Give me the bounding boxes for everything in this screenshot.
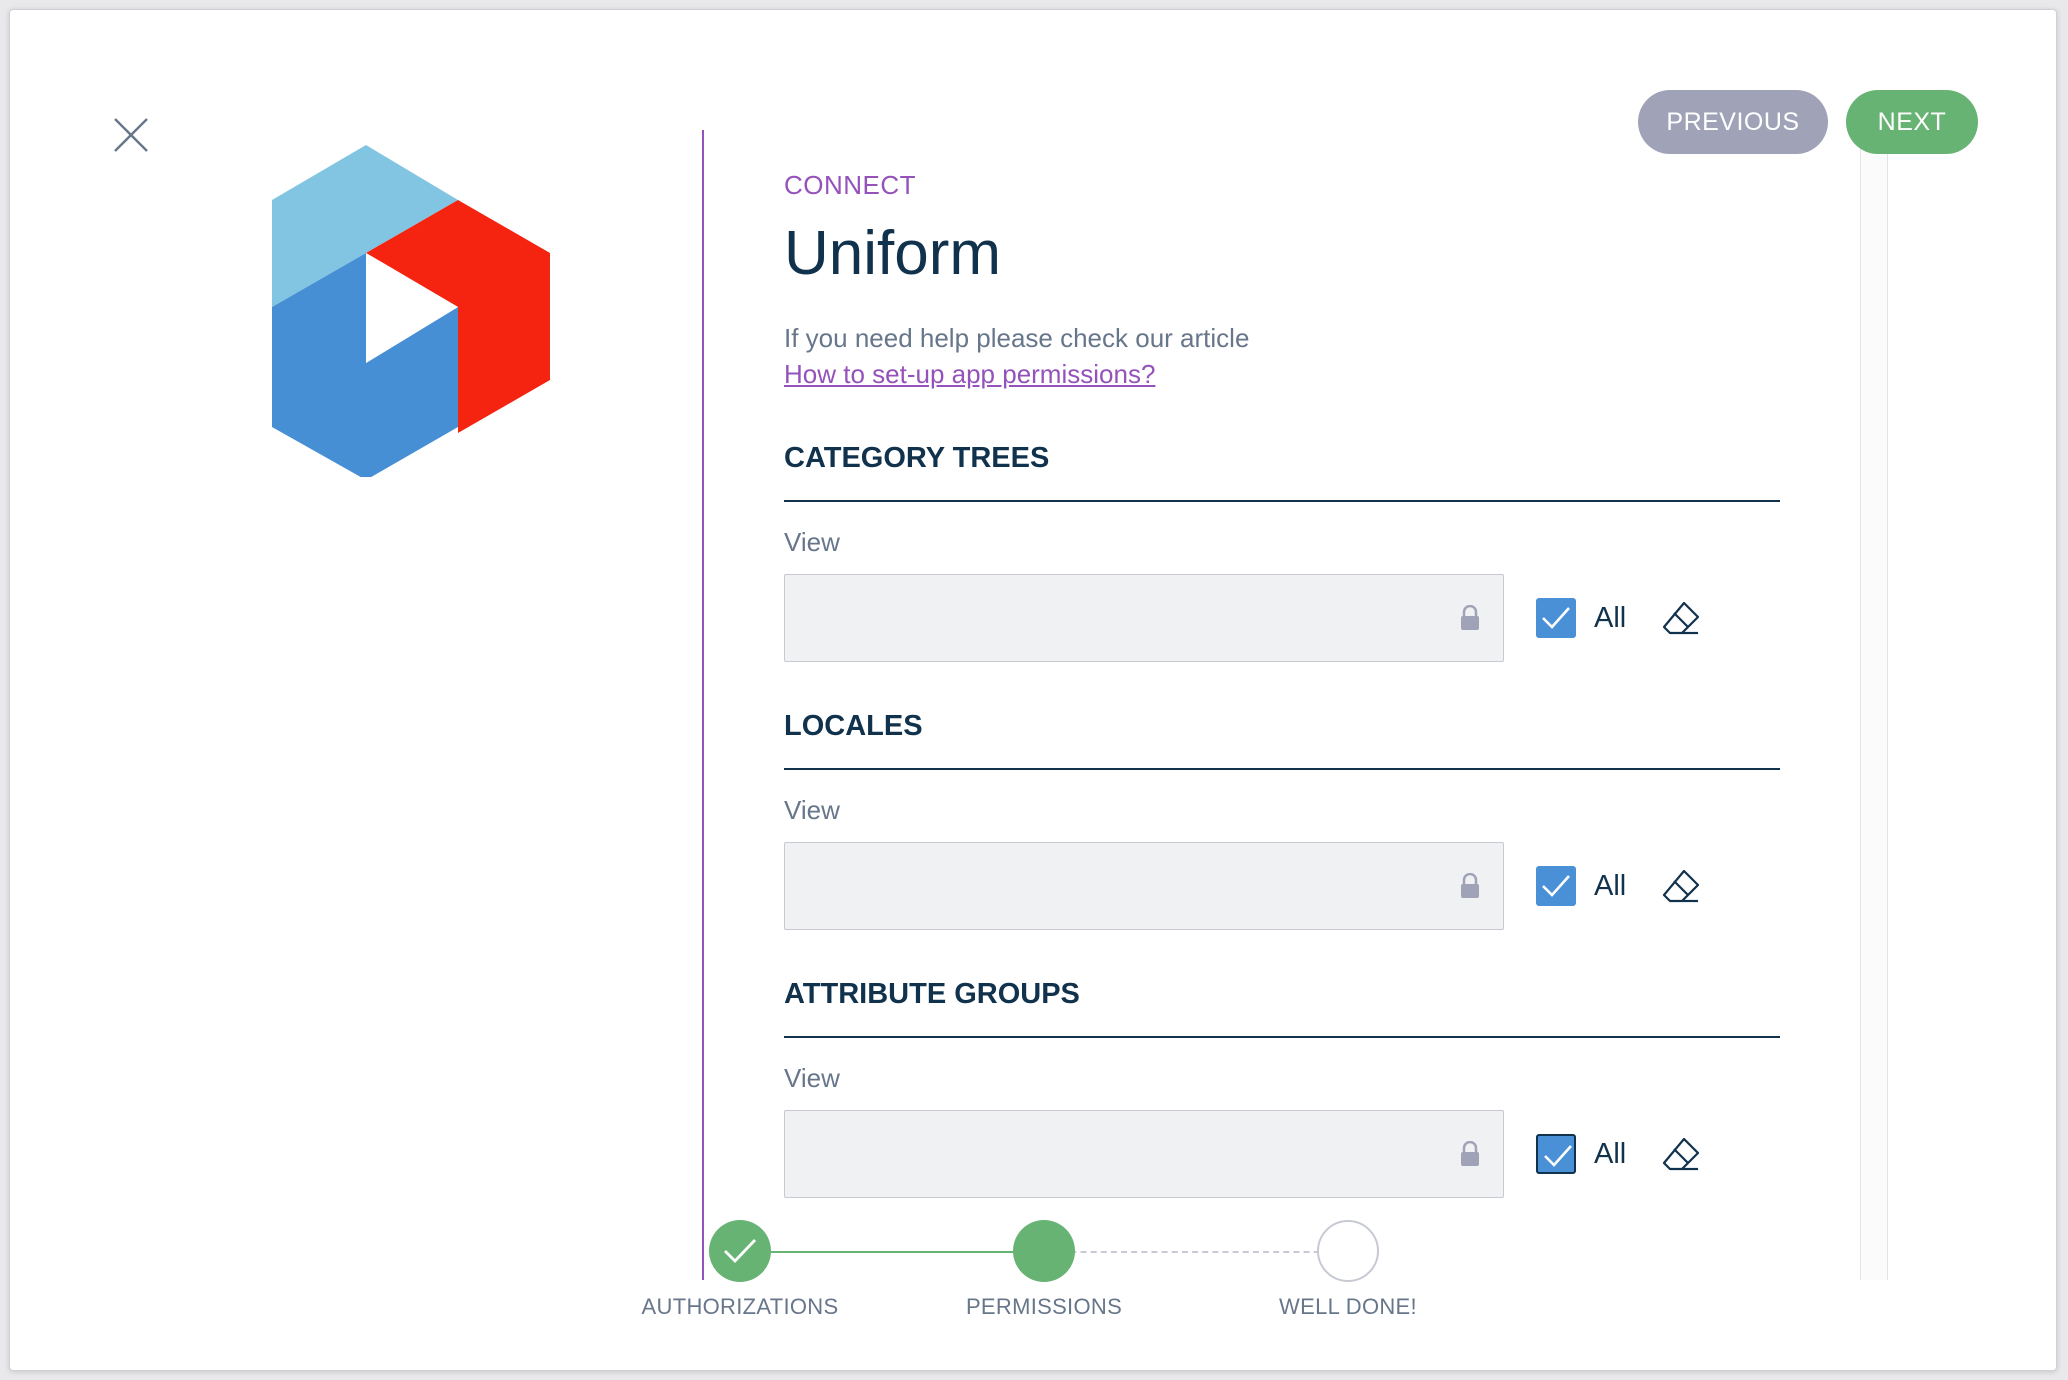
- section-category-trees: CATEGORY TREES View All: [784, 440, 1780, 666]
- eraser-icon[interactable]: [1660, 866, 1702, 908]
- check-icon: [1542, 875, 1570, 897]
- all-label: All: [1594, 602, 1627, 634]
- check-icon: [724, 1239, 757, 1264]
- lock-icon: [1461, 873, 1479, 898]
- step-authorizations: AUTHORIZATIONS: [630, 1214, 850, 1320]
- eraser-icon[interactable]: [1660, 598, 1702, 640]
- all-label: All: [1594, 1138, 1627, 1170]
- next-button[interactable]: NEXT: [1846, 90, 1978, 154]
- help-text: If you need help please check our articl…: [784, 323, 1250, 353]
- view-label: View: [784, 1063, 840, 1093]
- all-label: All: [1594, 870, 1627, 902]
- step-dot-done: [709, 1220, 771, 1282]
- eraser-icon[interactable]: [1660, 1134, 1702, 1176]
- lock-icon: [1461, 605, 1479, 630]
- section-title: ATTRIBUTE GROUPS: [784, 976, 1780, 1038]
- step-well-done: WELL DONE!: [1238, 1214, 1458, 1320]
- progress-stepper: AUTHORIZATIONS PERMISSIONS WELL DONE!: [630, 1214, 1470, 1324]
- vertical-divider: [702, 130, 704, 1280]
- step-label: WELL DONE!: [1279, 1294, 1417, 1319]
- step-label: PERMISSIONS: [965, 1294, 1123, 1319]
- all-checkbox[interactable]: [1536, 598, 1576, 638]
- view-label: View: [784, 795, 840, 825]
- close-button[interactable]: [106, 110, 156, 160]
- help-link[interactable]: How to set-up app permissions?: [784, 356, 1155, 392]
- check-icon: [1544, 1145, 1572, 1167]
- permission-row: All: [784, 1110, 1780, 1202]
- step-dot-current: [1013, 1220, 1075, 1282]
- section-title: LOCALES: [784, 708, 1780, 770]
- page-title: Uniform: [784, 219, 1002, 288]
- step-dot-todo: [1317, 1220, 1379, 1282]
- permission-row: All: [784, 842, 1780, 934]
- check-icon: [1542, 607, 1570, 629]
- all-checkbox[interactable]: [1536, 866, 1576, 906]
- section-attribute-groups: ATTRIBUTE GROUPS View All: [784, 976, 1780, 1202]
- view-label: View: [784, 527, 840, 557]
- all-checkbox[interactable]: [1536, 1134, 1576, 1174]
- close-icon: [114, 118, 148, 152]
- section-locales: LOCALES View All: [784, 708, 1780, 934]
- step-permissions: PERMISSIONS: [934, 1214, 1154, 1320]
- previous-button[interactable]: PREVIOUS: [1638, 90, 1828, 154]
- app-logo: [260, 137, 560, 477]
- app-dialog: PREVIOUS NEXT CONNECT Uniform If you nee…: [9, 9, 2057, 1371]
- lock-icon: [1461, 1141, 1479, 1166]
- section-title: CATEGORY TREES: [784, 440, 1780, 502]
- permission-row: All: [784, 574, 1780, 666]
- category-trees-view-input[interactable]: [784, 574, 1504, 662]
- eyebrow-label: CONNECT: [784, 170, 917, 200]
- locales-view-input[interactable]: [784, 842, 1504, 930]
- attribute-groups-view-input[interactable]: [784, 1110, 1504, 1198]
- scrollbar-track[interactable]: [1860, 140, 1888, 1280]
- permissions-panel: CONNECT Uniform If you need help please …: [784, 170, 1780, 1202]
- step-label: AUTHORIZATIONS: [641, 1294, 839, 1319]
